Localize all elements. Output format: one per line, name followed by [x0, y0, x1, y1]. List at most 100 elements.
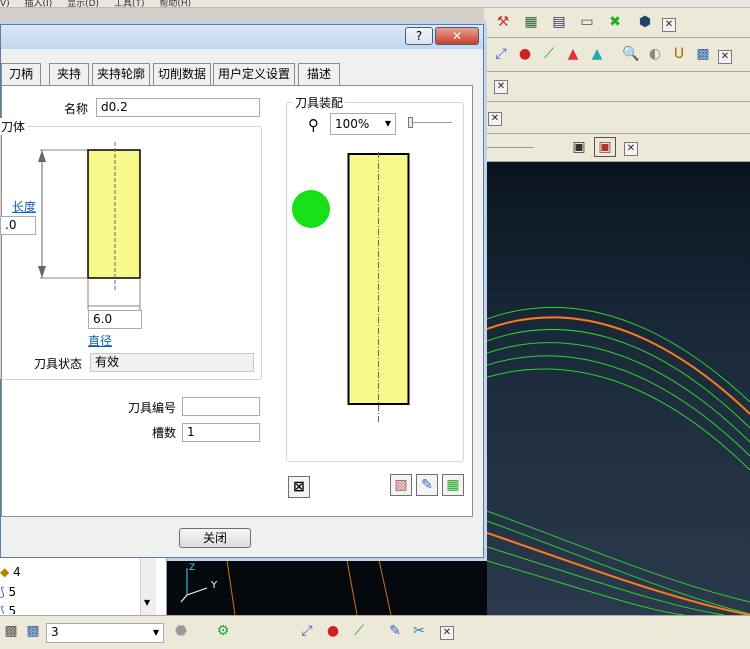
close-icon[interactable]: ✕	[624, 142, 638, 156]
menu-item[interactable]: V)	[0, 0, 10, 7]
close-icon[interactable]: ✕	[440, 626, 454, 640]
tool-icon[interactable]: ⚒	[492, 12, 514, 32]
status-indicator	[292, 190, 330, 228]
tree-item-label: 5	[8, 585, 17, 599]
length-link[interactable]: 长度	[12, 198, 36, 215]
name-input[interactable]: d0.2	[96, 98, 260, 117]
shaded-view-button[interactable]: ▧	[390, 474, 412, 496]
close-icon[interactable]: ✕	[662, 18, 676, 32]
svg-text:Y: Y	[210, 580, 218, 591]
tab-panel: 名称 d0.2 刀体 长度 .0 6.0 直径 刀具状态 有效 刀具编号 槽数 …	[0, 85, 473, 517]
graphics-viewport-lower[interactable]: Y Z	[167, 559, 487, 616]
tab-holder[interactable]: 刀柄	[1, 63, 41, 85]
tree-item-label: 4	[13, 565, 21, 579]
dialog-titlebar[interactable]: ? ✕	[1, 25, 483, 49]
hatch-icon: ▧	[394, 477, 408, 493]
diameter-input[interactable]: 6.0	[88, 310, 142, 329]
fit-view-button[interactable]: ⊠	[288, 476, 310, 498]
tab-clamp[interactable]: 夹持	[49, 63, 89, 85]
measure-view-button[interactable]: ✎	[416, 474, 438, 496]
bulb-icon[interactable]: ◐	[644, 44, 666, 64]
grid-tool-icon[interactable]: ▩	[22, 621, 44, 641]
menu-item[interactable]: 插入(I)	[25, 0, 53, 7]
tool-number-label: 刀具编号	[128, 401, 177, 415]
group-title: 刀具装配	[293, 94, 346, 111]
flutes-label: 槽数	[152, 426, 177, 440]
group-title: 刀体	[0, 118, 28, 135]
close-icon[interactable]: ✕	[718, 50, 732, 64]
tool-dialog: ? ✕ 刀柄 夹持 夹持轮廓 切削数据 用户定义设置 描述 名称 d0.2 刀体…	[0, 24, 484, 558]
chevron-down-icon[interactable]: ▼	[144, 598, 150, 607]
pencil-icon[interactable]: ✎	[384, 621, 406, 641]
close-button[interactable]: 关闭	[179, 528, 251, 548]
zoom-value: 100%	[335, 117, 370, 131]
zoom-icon: ⚲	[308, 116, 319, 134]
right-toolbar-2: ⤢ ● ⟋ ▲ ▲ 🔍 ◐ U ▩ ✕	[484, 38, 750, 72]
fit-view-icon: ⊠	[293, 479, 305, 495]
chevron-down-icon: ▼	[152, 628, 159, 637]
zoom-list-icon[interactable]: 🔍	[620, 44, 642, 64]
graphics-viewport[interactable]	[483, 162, 750, 616]
layer-select[interactable]: 3 ▼	[46, 623, 164, 643]
zoom-slider[interactable]	[408, 117, 452, 128]
bottom-toolbar: ▩ ▩ 3 ▼ ⬣ ⚙ ⤢ ● ⟋ ✎ ✂ ✕	[0, 615, 750, 649]
wrench-icon[interactable]: ⚙	[212, 621, 234, 641]
tree-item-label: 5	[8, 604, 17, 614]
tool-number-input[interactable]	[182, 397, 260, 416]
mountain-icon[interactable]: ▲	[562, 44, 584, 64]
cube-icon[interactable]: ⬢	[634, 12, 656, 32]
layer-value: 3	[51, 625, 59, 639]
sphere-icon[interactable]: ●	[322, 621, 344, 641]
list-item[interactable]: ⟆ 5	[0, 585, 16, 599]
help-button[interactable]: ?	[405, 27, 433, 45]
toolpath-curves	[483, 306, 750, 616]
calculator-icon[interactable]: ▦	[520, 12, 542, 32]
scissors-icon[interactable]: ✂	[408, 621, 430, 641]
cross-arrows-icon[interactable]: ✖	[604, 12, 626, 32]
app-menubar: V) 插入(I) 显示(D) 工具(T) 帮助(H)	[0, 0, 750, 8]
tab-user-settings[interactable]: 用户定义设置	[213, 63, 295, 85]
stripe-icon[interactable]: ⟋	[538, 44, 560, 64]
grid-tool-icon[interactable]: ▩	[0, 621, 22, 641]
axis-icon[interactable]: ⤢	[490, 44, 512, 64]
menu-item[interactable]: 工具(T)	[114, 0, 145, 7]
assembly-tool-drawing	[347, 152, 410, 424]
menu-item[interactable]: 帮助(H)	[159, 0, 191, 7]
table-icon[interactable]: ▤	[548, 12, 570, 32]
clipboard-icon[interactable]: ▣	[568, 137, 590, 157]
axis-icon[interactable]: ⤢	[296, 621, 318, 641]
grid-view-button[interactable]: ▦	[442, 474, 464, 496]
tab-description[interactable]: 描述	[298, 63, 340, 85]
chevron-down-icon: ▼	[384, 119, 391, 128]
list-item[interactable]: ◆ 4	[0, 565, 21, 579]
tool-holder-icon[interactable]: U	[668, 44, 690, 64]
svg-text:Z: Z	[189, 563, 195, 573]
right-toolbar-4: ✕	[484, 102, 750, 134]
list-item[interactable]: ⟆ 5	[0, 604, 16, 614]
stack-icon[interactable]: ⬣	[170, 621, 192, 641]
flutes-input[interactable]: 1	[182, 423, 260, 442]
ruler-tool-icon: ✎	[421, 477, 433, 493]
status-label: 刀具状态	[34, 357, 83, 371]
length-input[interactable]: .0	[0, 216, 36, 235]
menu-item[interactable]: 显示(D)	[67, 0, 99, 7]
right-toolbar-5: ▣ ▣ ✕	[484, 134, 750, 162]
zoom-select[interactable]: 100% ▼	[330, 113, 396, 135]
ruler-icon[interactable]: ▭	[576, 12, 598, 32]
folder-icon: ◆	[0, 565, 10, 579]
tab-clamp-profile[interactable]: 夹持轮廓	[92, 63, 150, 85]
grid-tool-icon[interactable]: ▩	[692, 44, 714, 64]
close-icon[interactable]: ✕	[488, 112, 502, 126]
tab-cutting-data[interactable]: 切削数据	[153, 63, 211, 85]
stripe-icon[interactable]: ⟋	[348, 621, 370, 641]
slider-thumb[interactable]	[408, 117, 413, 128]
wave-icon[interactable]: ▲	[586, 44, 608, 64]
tree-scrollbar[interactable]: ▼	[140, 558, 156, 615]
stamp-icon[interactable]: ▣	[594, 137, 616, 157]
close-icon[interactable]: ✕	[494, 80, 508, 94]
sphere-icon[interactable]: ●	[514, 44, 536, 64]
right-toolbar-3: ✕	[484, 72, 750, 102]
diameter-link[interactable]: 直径	[88, 332, 112, 349]
name-label: 名称	[64, 102, 89, 116]
close-window-button[interactable]: ✕	[435, 27, 479, 45]
